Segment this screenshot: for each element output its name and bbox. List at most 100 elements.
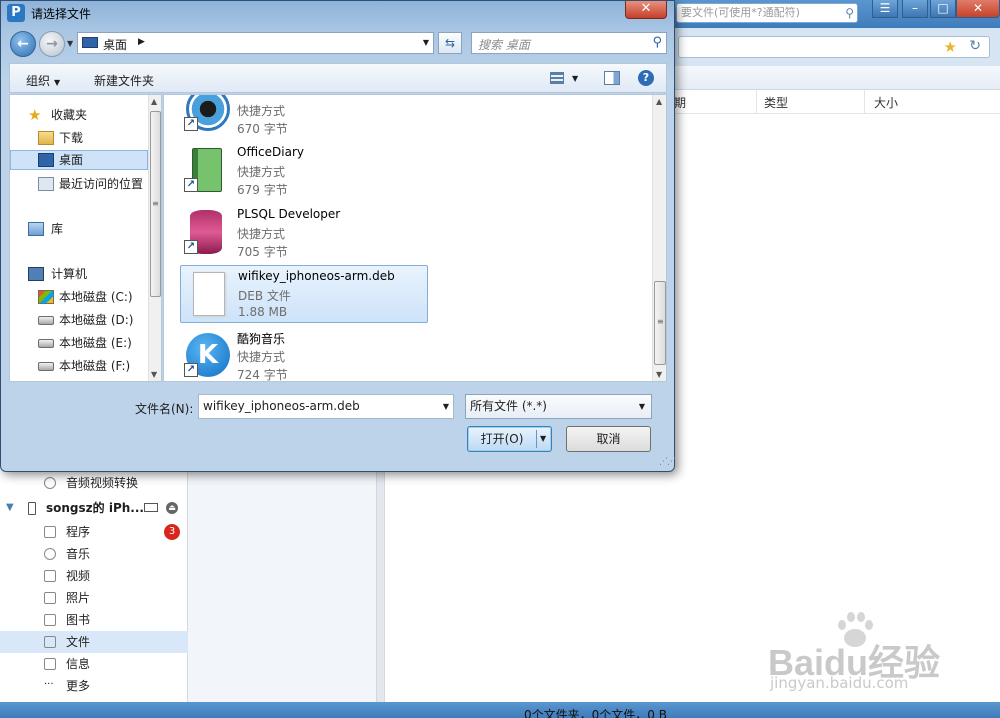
file-list: ↗ 快捷方式 670 字节 ↗ OfficeDiary 快捷方式 679 字节 …: [163, 94, 667, 382]
sidebar-item-label: 更多: [66, 679, 91, 693]
dialog-title-bar[interactable]: P 请选择文件: [1, 1, 674, 25]
close-button[interactable]: ✕: [956, 0, 1000, 18]
address-bar[interactable]: 桌面 ▶ ▼: [77, 32, 434, 54]
apps-icon: [44, 526, 56, 538]
column-header-size[interactable]: 大小: [874, 94, 898, 111]
organize-menu-button[interactable]: 组织 ▼: [26, 72, 60, 89]
address-dropdown-icon[interactable]: ▼: [423, 38, 429, 47]
sidebar-item-books[interactable]: 图书: [0, 609, 188, 631]
file-item-selected[interactable]: wifikey_iphoneos-arm.deb DEB 文件 1.88 MB: [180, 265, 428, 323]
sidebar-item-av-convert[interactable]: 音频视频转换: [0, 472, 188, 494]
search-icon[interactable]: ⚲: [845, 4, 854, 22]
scroll-down-arrow-icon[interactable]: ▼: [656, 370, 662, 379]
filename-input[interactable]: wifikey_iphoneos-arm.deb ▼: [198, 394, 454, 419]
background-search-input[interactable]: 要文件(可使用*?通配符) ⚲: [676, 3, 858, 23]
drive-icon: [38, 316, 54, 325]
chevron-down-icon[interactable]: ▼: [639, 395, 645, 418]
nav-item-drive-f[interactable]: 本地磁盘 (F:): [10, 356, 148, 376]
dialog-close-button[interactable]: ✕: [625, 1, 667, 19]
back-button[interactable]: ←: [10, 31, 36, 57]
sidebar-item-photos[interactable]: 照片: [0, 587, 188, 609]
headphones-icon: [44, 548, 56, 560]
forward-button[interactable]: →: [39, 31, 65, 57]
file-type-filter-select[interactable]: 所有文件 (*.*) ▼: [465, 394, 652, 419]
navigation-scrollbar[interactable]: ▲ ≡ ▼: [148, 95, 161, 381]
navigation-pane: ★ 收藏夹 下载 桌面 最近访问的位置 库 计算机 本地磁盘 (C:) 本地磁盘…: [9, 94, 162, 382]
refresh-icon[interactable]: ↻: [969, 38, 981, 54]
open-options-dropdown-icon[interactable]: ▼: [540, 434, 546, 443]
drive-c-icon: [38, 290, 54, 304]
nav-item-recent-places[interactable]: 最近访问的位置: [10, 174, 148, 194]
file-item[interactable]: ↗ 快捷方式 670 字节: [180, 95, 428, 139]
dialog-search-input[interactable]: 搜索 桌面 ⚲: [471, 32, 667, 54]
file-type: 快捷方式: [237, 104, 286, 118]
maximize-button[interactable]: □: [930, 0, 956, 18]
collapse-triangle-icon[interactable]: ▼: [6, 497, 14, 519]
open-button[interactable]: 打开(O) ▼: [467, 426, 552, 452]
message-icon: [44, 658, 56, 670]
scroll-up-arrow-icon[interactable]: ▲: [151, 97, 157, 106]
search-icon[interactable]: ⚲: [652, 35, 662, 50]
chevron-down-icon[interactable]: ▼: [572, 74, 578, 83]
favorite-star-icon[interactable]: ★: [944, 38, 957, 56]
shortcut-arrow-icon: ↗: [184, 117, 198, 131]
address-path[interactable]: 桌面: [103, 36, 127, 53]
eject-icon[interactable]: ⏏: [166, 502, 178, 514]
nav-item-desktop[interactable]: 桌面: [10, 150, 148, 170]
column-separator[interactable]: [864, 90, 865, 114]
file-list-scrollbar[interactable]: ▲ ≡ ▼: [652, 95, 666, 381]
file-name: wifikey_iphoneos-arm.deb: [238, 269, 395, 283]
nav-item-drive-e[interactable]: 本地磁盘 (E:): [10, 333, 148, 353]
nav-item-drive-c[interactable]: 本地磁盘 (C:): [10, 287, 148, 307]
scroll-down-arrow-icon[interactable]: ▼: [151, 370, 157, 379]
chevron-right-icon[interactable]: ▶: [138, 37, 145, 47]
file-name: 酷狗音乐: [237, 332, 286, 346]
preview-pane-icon[interactable]: [604, 71, 620, 85]
nav-item-downloads[interactable]: 下载: [10, 128, 148, 148]
help-icon[interactable]: ?: [638, 70, 654, 86]
file-name: OfficeDiary: [237, 145, 304, 159]
nav-item-favorites[interactable]: ★ 收藏夹: [10, 105, 148, 125]
scrollbar-grip-icon: ≡: [657, 317, 664, 326]
sidebar-item-messages[interactable]: 信息: [0, 653, 188, 675]
menu-icon[interactable]: ☰: [872, 0, 898, 18]
column-header-type[interactable]: 类型: [764, 94, 788, 111]
refresh-button[interactable]: ⇆: [438, 32, 462, 54]
nav-item-libraries[interactable]: 库: [10, 219, 148, 239]
download-folder-icon: [38, 131, 54, 145]
background-address-bar[interactable]: ★ ↻: [678, 36, 990, 58]
background-panel-gap: [188, 470, 384, 702]
device-row[interactable]: ▼ songsz的 iPh... ⏏: [0, 497, 188, 519]
sidebar-item-files[interactable]: 文件: [0, 631, 188, 653]
cancel-button[interactable]: 取消: [566, 426, 651, 452]
filename-value[interactable]: wifikey_iphoneos-arm.deb: [203, 399, 360, 413]
file-size: 724 字节: [237, 368, 288, 382]
library-icon: [28, 222, 44, 236]
panel-splitter[interactable]: [376, 470, 384, 702]
file-item[interactable]: ↗ OfficeDiary 快捷方式 679 字节: [180, 142, 428, 200]
minimize-button[interactable]: –: [902, 0, 928, 18]
nav-item-computer[interactable]: 计算机: [10, 264, 148, 284]
column-header-date[interactable]: 期: [674, 94, 686, 111]
recent-pages-dropdown-icon[interactable]: ▼: [67, 39, 73, 48]
sidebar-item-video[interactable]: 视频: [0, 565, 188, 587]
resize-grip-icon[interactable]: ⋰⋰: [659, 457, 676, 467]
column-separator[interactable]: [756, 90, 757, 114]
file-size: 1.88 MB: [238, 305, 288, 319]
file-item[interactable]: K ↗ 酷狗音乐 快捷方式 724 字节: [180, 327, 428, 382]
nav-item-label: 本地磁盘 (C:): [59, 290, 133, 304]
view-options-icon[interactable]: [550, 72, 564, 84]
file-size: 705 字节: [237, 245, 288, 259]
notification-badge: 3: [164, 524, 180, 540]
file-item[interactable]: ↗ PLSQL Developer 快捷方式 705 字节: [180, 204, 428, 262]
new-folder-button[interactable]: 新建文件夹: [94, 72, 154, 89]
film-icon: [44, 570, 56, 582]
nav-item-drive-d[interactable]: 本地磁盘 (D:): [10, 310, 148, 330]
shortcut-arrow-icon: ↗: [184, 363, 198, 377]
sidebar-item-music[interactable]: 音乐: [0, 543, 188, 565]
sidebar-item-apps[interactable]: 程序 3: [0, 521, 188, 543]
desktop-icon: [82, 37, 98, 48]
scroll-up-arrow-icon[interactable]: ▲: [656, 97, 662, 106]
sidebar-item-more[interactable]: ··· 更多: [0, 675, 188, 697]
filename-dropdown-icon[interactable]: ▼: [443, 395, 449, 418]
